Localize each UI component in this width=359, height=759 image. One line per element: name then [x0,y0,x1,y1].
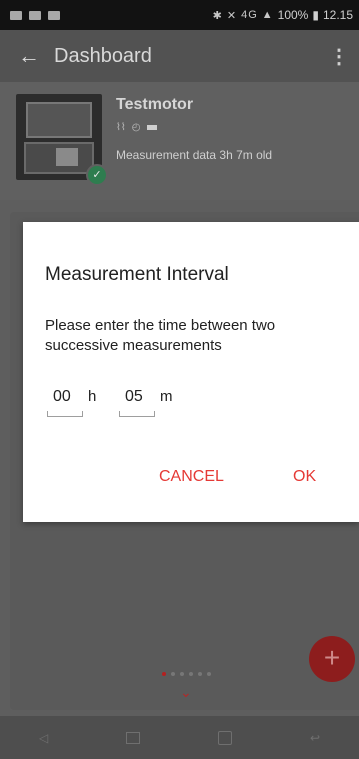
system-nav-bar: ◁ ↩ [0,716,359,759]
network-type: 4G [241,9,258,21]
page-dot[interactable] [189,672,193,676]
notification-icons [10,10,60,20]
hours-value[interactable]: 00 [53,388,71,406]
page-dot[interactable] [180,672,184,676]
minutes-unit: m [160,388,173,405]
gallery-icon [10,10,22,20]
hours-underline [47,411,83,417]
dialog-message: Please enter the time between two succes… [45,317,276,354]
home-icon[interactable] [218,730,233,745]
device-data-age: Measurement data 3h 7m old [116,148,273,162]
back-arrow-icon[interactable]: ← [18,43,48,69]
cancel-button[interactable]: CANCEL [159,468,224,486]
chevron-down-icon[interactable]: ⌄ [180,684,192,701]
minutes-value[interactable]: 05 [125,388,143,406]
more-options-icon[interactable]: ⋮ [329,44,349,69]
measurement-interval-dialog: Measurement Interval Please enter the ti… [23,222,359,522]
bluetooth-icon: ✱ [212,9,223,22]
ok-button[interactable]: OK [293,468,316,486]
page-dot[interactable] [162,672,166,676]
battery-icon: ▮ [312,8,319,22]
play-icon [48,10,60,20]
signal-icon: ▲ [261,9,274,21]
vibration-icon: ⌇⌇ [116,122,126,133]
connected-check-icon: ✓ [86,164,108,186]
mute-icon: ✕ [226,9,238,22]
timer-icon: ◴ [131,122,141,133]
status-bar: ✱ ✕ 4G ▲ 100% ▮ 12.15 [0,0,359,30]
hours-input[interactable]: 00 h [45,384,97,417]
minutes-underline [119,411,155,417]
recent-apps-icon[interactable] [126,731,141,744]
page-dot[interactable] [207,672,211,676]
minutes-input[interactable]: 05 m [117,384,173,417]
system-icons: ✱ ✕ 4G ▲ 100% ▮ 12.15 [213,8,353,22]
device-card[interactable]: ✓ Testmotor ⌇⌇ ◴ Measurement data 3h 7m … [0,82,359,200]
page-dot[interactable] [171,672,175,676]
hours-unit: h [88,388,97,405]
plus-icon: + [323,642,341,673]
battery-percent: 100% [277,8,309,22]
device-status-icons: ⌇⌇ ◴ [116,122,157,133]
nav-back-icon[interactable]: ◁ [39,731,48,745]
battery-icon [146,125,157,130]
page-dot[interactable] [198,672,202,676]
dialog-title: Measurement Interval [45,264,229,285]
image-icon [29,10,41,20]
page-title: Dashboard [54,44,152,67]
add-fab-button[interactable]: + [309,636,355,682]
back-icon[interactable]: ↩ [310,731,320,745]
device-name: Testmotor [116,96,194,113]
clock: 12.15 [322,8,353,22]
app-bar: ← Dashboard ⋮ [0,30,359,82]
page-indicator [162,672,211,676]
